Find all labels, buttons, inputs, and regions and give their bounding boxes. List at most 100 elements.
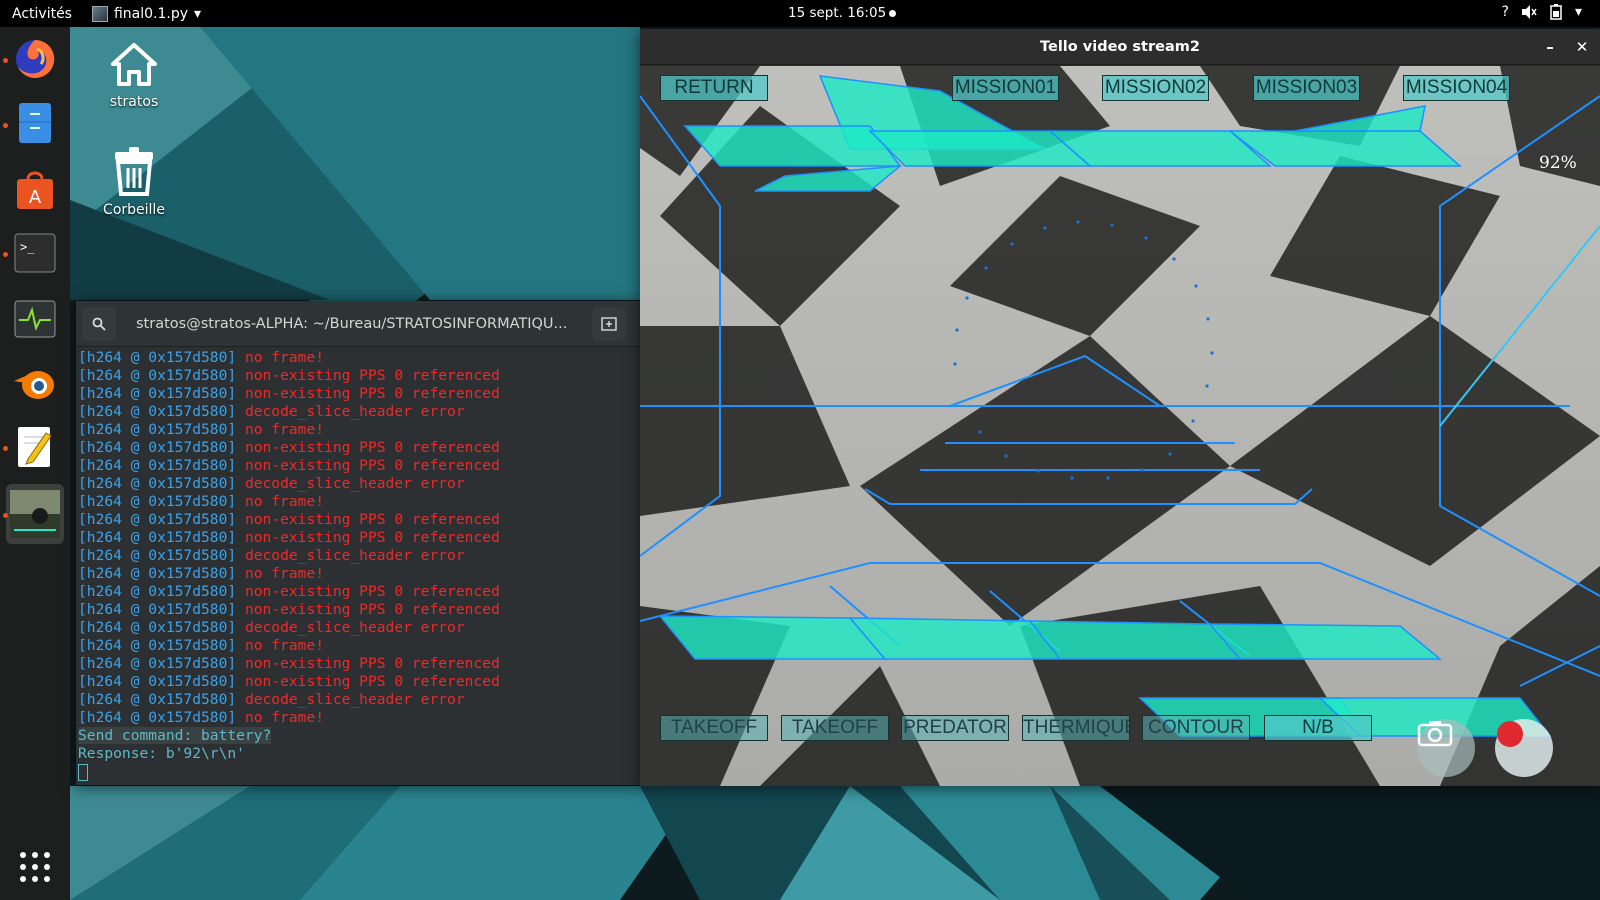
takeoff-button-2[interactable]: TAKEOFF — [781, 715, 889, 741]
terminal-new-tab-button[interactable] — [592, 306, 626, 341]
snapshot-button[interactable] — [1417, 719, 1475, 777]
log-prefix: [h264 @ 0x157d580] — [78, 457, 237, 474]
dock-terminal[interactable]: >_ — [9, 227, 61, 279]
notification-dot-icon — [889, 9, 897, 17]
mission02-button[interactable]: MISSION02 — [1102, 75, 1209, 101]
terminal-cursor[interactable] — [78, 763, 88, 781]
log-message: no frame! — [244, 421, 325, 438]
terminal-log-line: [h264 @ 0x157d580] non-existing PPS 0 re… — [78, 529, 640, 547]
terminal-log-line: [h264 @ 0x157d580] decode_slice_header e… — [78, 619, 640, 637]
log-prefix: [h264 @ 0x157d580] — [78, 385, 237, 402]
takeoff-button-1[interactable]: TAKEOFF — [660, 715, 768, 741]
log-message: decode_slice_header error — [244, 547, 465, 564]
camera-icon — [1417, 721, 1453, 747]
dock-files[interactable] — [9, 97, 61, 149]
desktop-trash[interactable]: Corbeille — [89, 146, 179, 218]
terminal-output[interactable]: [h264 @ 0x157d580] no frame! [h264 @ 0x15… — [76, 347, 642, 781]
dock-text-editor[interactable] — [9, 421, 61, 473]
command-line: Send command: battery? — [78, 727, 272, 744]
top-bar: Activités final0.1.py ▾ 15 sept. 16:05 ?… — [0, 0, 1600, 27]
log-prefix: [h264 @ 0x157d580] — [78, 547, 237, 564]
dock: A >_ — [0, 27, 70, 900]
log-message: non-existing PPS 0 referenced — [244, 655, 500, 672]
record-button[interactable] — [1495, 719, 1553, 777]
terminal-log-line: [h264 @ 0x157d580] no frame! — [78, 421, 640, 439]
system-monitor-icon — [14, 300, 56, 338]
log-prefix: [h264 @ 0x157d580] — [78, 403, 237, 420]
log-message: no frame! — [244, 493, 325, 510]
log-prefix: [h264 @ 0x157d580] — [78, 637, 237, 654]
terminal-log-line: [h264 @ 0x157d580] no frame! — [78, 637, 640, 655]
app-menu[interactable]: final0.1.py ▾ — [84, 5, 202, 22]
log-prefix: [h264 @ 0x157d580] — [78, 601, 237, 618]
log-message: non-existing PPS 0 referenced — [244, 457, 500, 474]
battery-readout: 92% — [1539, 153, 1577, 173]
log-prefix: [h264 @ 0x157d580] — [78, 565, 237, 582]
log-prefix: [h264 @ 0x157d580] — [78, 439, 237, 456]
close-button[interactable]: ✕ — [1572, 37, 1592, 57]
log-message: no frame! — [244, 565, 325, 582]
system-tray[interactable]: ? ▾ — [1502, 4, 1582, 20]
desktop-home-folder[interactable]: stratos — [89, 40, 179, 110]
log-message: non-existing PPS 0 referenced — [244, 673, 500, 690]
terminal-header: stratos@stratos-ALPHA: ~/Bureau/STRATOSI… — [76, 301, 642, 347]
tello-titlebar: Tello video stream2 – ✕ — [640, 29, 1600, 65]
predator-button[interactable]: PREDATOR — [901, 715, 1009, 741]
terminal-log-line: [h264 @ 0x157d580] non-existing PPS 0 re… — [78, 673, 640, 691]
trash-label: Corbeille — [103, 202, 165, 218]
terminal-window[interactable]: stratos@stratos-ALPHA: ~/Bureau/STRATOSI… — [76, 301, 642, 785]
response-line: Response: b'92\r\n' — [78, 745, 245, 762]
terminal-log-line: [h264 @ 0x157d580] non-existing PPS 0 re… — [78, 457, 640, 475]
mission04-button[interactable]: MISSION04 — [1403, 75, 1510, 101]
log-prefix: [h264 @ 0x157d580] — [78, 583, 237, 600]
tello-video-window[interactable]: Tello video stream2 – ✕ RETURN MISSION01… — [640, 29, 1600, 786]
log-message: no frame! — [244, 349, 325, 366]
clock-text: 15 sept. 16:05 — [788, 5, 887, 21]
home-icon — [111, 43, 157, 86]
terminal-search-button[interactable] — [82, 306, 116, 341]
minimize-button[interactable]: – — [1540, 37, 1560, 57]
log-prefix: [h264 @ 0x157d580] — [78, 493, 237, 510]
terminal-log-line: [h264 @ 0x157d580] decode_slice_header e… — [78, 547, 640, 565]
dock-show-apps[interactable] — [9, 841, 61, 893]
dock-software-center[interactable]: A — [9, 163, 61, 215]
text-editor-icon — [18, 427, 52, 467]
activities-button[interactable]: Activités — [0, 6, 84, 22]
return-button[interactable]: RETURN — [660, 75, 768, 101]
contour-button[interactable]: CONTOUR — [1142, 715, 1250, 741]
firefox-icon — [16, 39, 55, 78]
terminal-log-line: [h264 @ 0x157d580] non-existing PPS 0 re… — [78, 601, 640, 619]
dock-firefox[interactable] — [9, 33, 61, 85]
video-stream[interactable]: RETURN MISSION01 MISSION02 MISSION03 MIS… — [640, 66, 1600, 786]
terminal-log-line: [h264 @ 0x157d580] no frame! — [78, 565, 640, 583]
log-message: decode_slice_header error — [244, 691, 465, 708]
dock-tello-video[interactable] — [6, 484, 64, 544]
clock[interactable]: 15 sept. 16:05 — [788, 5, 897, 21]
dock-blender[interactable] — [9, 357, 61, 409]
mission03-button[interactable]: MISSION03 — [1253, 75, 1360, 101]
chevron-down-icon: ▾ — [194, 5, 202, 22]
nb-button[interactable]: N/B — [1264, 715, 1372, 741]
search-icon — [92, 317, 106, 331]
svg-text:A: A — [29, 187, 42, 208]
log-message: decode_slice_header error — [244, 403, 465, 420]
mission01-button[interactable]: MISSION01 — [952, 75, 1059, 101]
log-prefix: [h264 @ 0x157d580] — [78, 619, 237, 636]
terminal-log-line: [h264 @ 0x157d580] no frame! — [78, 493, 640, 511]
log-message: no frame! — [244, 637, 325, 654]
log-prefix: [h264 @ 0x157d580] — [78, 529, 237, 546]
thermique-button[interactable]: THERMIQUE — [1022, 715, 1130, 741]
log-prefix: [h264 @ 0x157d580] — [78, 655, 237, 672]
terminal-log-line: [h264 @ 0x157d580] decode_slice_header e… — [78, 403, 640, 421]
log-message: decode_slice_header error — [244, 619, 465, 636]
app-menu-label: final0.1.py — [113, 5, 189, 22]
log-message: non-existing PPS 0 referenced — [244, 439, 500, 456]
log-message: non-existing PPS 0 referenced — [244, 385, 500, 402]
dock-system-monitor[interactable] — [9, 293, 61, 345]
log-prefix: [h264 @ 0x157d580] — [78, 691, 237, 708]
terminal-log-line: [h264 @ 0x157d580] non-existing PPS 0 re… — [78, 511, 640, 529]
battery-icon — [1550, 4, 1562, 20]
terminal-log-line: [h264 @ 0x157d580] no frame! — [78, 349, 640, 367]
log-prefix: [h264 @ 0x157d580] — [78, 511, 237, 528]
app-icon — [91, 5, 108, 22]
